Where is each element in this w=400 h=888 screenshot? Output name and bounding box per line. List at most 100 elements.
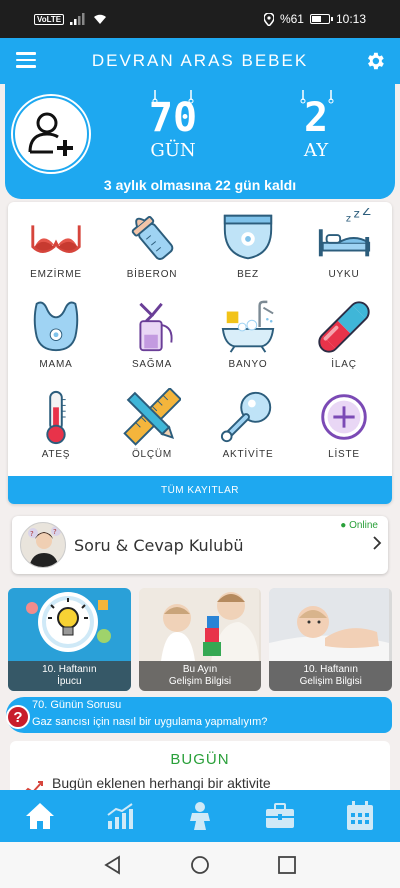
activities-card: EMZİRME BİBERON BEZ zzZ UYKU MAMA SAĞMA …: [8, 202, 392, 504]
add-user-icon: [28, 112, 73, 156]
question-title: 70. Günün Sorusu: [32, 699, 122, 711]
thumb-caption: Bu Ayın Gelişim Bilgisi: [138, 661, 262, 691]
activity-liste[interactable]: LİSTE: [296, 384, 392, 474]
nav-home[interactable]: [10, 790, 70, 842]
info-cards: 10. Haftanın İpucu Bu Ayın Gelişim Bilgisi…: [8, 588, 393, 691]
activity-uyku[interactable]: zzZ UYKU: [296, 204, 392, 294]
baby-name-title: DEVRAN ARAS BEBEK: [91, 51, 309, 70]
age-header: 70 GÜN 2 AY 3 aylık olmasına 22 gün kald…: [5, 84, 395, 199]
stats-icon: [107, 803, 133, 829]
nav-briefcase[interactable]: [250, 790, 310, 842]
activity-sagma[interactable]: SAĞMA: [104, 294, 200, 384]
thumb-caption-line: Bu Ayın: [182, 664, 218, 675]
days-unit: GÜN: [150, 140, 196, 161]
activity-olcum[interactable]: ÖLÇÜM: [104, 384, 200, 474]
recents-icon[interactable]: [277, 855, 297, 875]
activity-label: AKTİVİTE: [222, 449, 274, 460]
gear-icon: [368, 52, 384, 70]
activity-bez[interactable]: BEZ: [200, 204, 296, 294]
svg-text:z: z: [346, 214, 351, 225]
activity-ates[interactable]: ATEŞ: [8, 384, 104, 474]
months-unit: AY: [303, 140, 329, 161]
home-circle-icon[interactable]: [190, 855, 210, 875]
activity-label: LİSTE: [328, 449, 360, 460]
thumb-caption-line: Gelişim Bilgisi: [168, 676, 232, 687]
baby-playing-image: [138, 588, 259, 661]
nav-baby[interactable]: [170, 790, 230, 842]
battery-icon: [309, 14, 333, 24]
hamburger-icon-line: [16, 65, 36, 68]
qa-avatar: ??: [20, 522, 66, 568]
weekly-tip-card[interactable]: 10. Haftanın İpucu: [8, 588, 131, 691]
activity-label: BANYO: [228, 359, 268, 370]
plus-circle-icon: [321, 394, 367, 440]
baby-bottle-icon: [131, 216, 174, 260]
activity-label: MAMA: [39, 359, 73, 370]
activity-mama[interactable]: MAMA: [8, 294, 104, 384]
thumb-caption-line: 10. Haftanın: [303, 664, 358, 675]
bottom-navigation: [0, 790, 400, 842]
svg-text:?: ?: [30, 530, 34, 538]
hanger-icon: [300, 90, 334, 104]
today-heading: BUGÜN: [170, 751, 230, 768]
bed-sleep-icon: zzZ: [318, 208, 371, 257]
today-message: Bugün eklenen herhangi bir aktivite: [52, 775, 271, 791]
status-left: VoLTE: [34, 13, 108, 25]
rattle-icon: [220, 391, 272, 443]
activity-ilac[interactable]: İLAÇ: [296, 294, 392, 384]
calendar-icon: [347, 801, 373, 830]
user-avatar-icon: ??: [28, 526, 61, 567]
home-icon: [26, 803, 54, 829]
back-icon[interactable]: [103, 855, 123, 875]
months-counter: 2 AY: [281, 90, 351, 161]
settings-button[interactable]: [362, 48, 388, 74]
activity-aktivite[interactable]: AKTİVİTE: [200, 384, 296, 474]
baby-lying-image: [269, 588, 390, 661]
bib-icon: [33, 301, 79, 352]
thermometer-icon: [46, 390, 66, 445]
clock: 10:13: [335, 12, 366, 26]
qa-club-card[interactable]: ?? Soru & Cevap Kulubü ● Online: [12, 516, 388, 574]
location-icon: [263, 12, 274, 26]
nav-stats[interactable]: [90, 790, 150, 842]
activity-label: UYKU: [328, 269, 360, 280]
status-right: %61 10:13: [263, 12, 366, 26]
menu-button[interactable]: [16, 52, 36, 68]
weekly-development-card[interactable]: 10. Haftanın Gelişim Bilgisi: [269, 588, 393, 691]
activity-grid: EMZİRME BİBERON BEZ zzZ UYKU MAMA SAĞMA …: [8, 202, 392, 474]
question-mark-icon: ?: [6, 705, 30, 729]
activity-banyo[interactable]: BANYO: [200, 294, 296, 384]
question-text: Gaz sancısı için nasıl bir uygulama yapm…: [32, 716, 268, 728]
all-records-button[interactable]: TÜM KAYITLAR: [8, 476, 392, 504]
svg-text:?: ?: [53, 528, 57, 536]
question-of-day-banner[interactable]: ? 70. Günün Sorusu Gaz sancısı için nası…: [6, 697, 392, 733]
remaining-days-text: 3 aylık olmasına 22 gün kaldı: [103, 177, 297, 193]
svg-text:z: z: [354, 208, 360, 221]
activity-label: ATEŞ: [41, 449, 71, 460]
thumb-caption: 10. Haftanın İpucu: [8, 661, 131, 691]
days-counter: 70 GÜN: [133, 90, 213, 161]
qa-title: Soru & Cevap Kulubü: [74, 535, 244, 555]
activity-label: BİBERON: [126, 269, 178, 280]
monthly-development-card[interactable]: Bu Ayın Gelişim Bilgisi: [138, 588, 262, 691]
diaper-icon: [223, 214, 273, 260]
bathtub-icon: [221, 300, 275, 353]
activity-label: BEZ: [237, 269, 259, 280]
app-bar: DEVRAN ARAS BEBEK: [0, 38, 400, 84]
ruler-pencil-icon: [123, 388, 181, 446]
briefcase-icon: [266, 803, 294, 828]
thumb-caption-line: Gelişim Bilgisi: [299, 676, 362, 687]
add-photo-button[interactable]: [13, 96, 89, 172]
status-bar: VoLTE %61 10:13: [0, 0, 400, 38]
baby-icon: [190, 802, 210, 830]
svg-text:Z: Z: [362, 208, 371, 218]
activity-label: EMZİRME: [30, 269, 82, 280]
activity-label: İLAÇ: [331, 359, 357, 370]
activity-emzirme[interactable]: EMZİRME: [8, 204, 104, 294]
activity-label: SAĞMA: [131, 359, 173, 370]
hamburger-icon: [16, 52, 36, 55]
wifi-icon: [94, 14, 107, 24]
activity-biberon[interactable]: BİBERON: [104, 204, 200, 294]
nav-calendar[interactable]: [330, 790, 390, 842]
volte-indicator: VoLTE: [34, 13, 65, 25]
